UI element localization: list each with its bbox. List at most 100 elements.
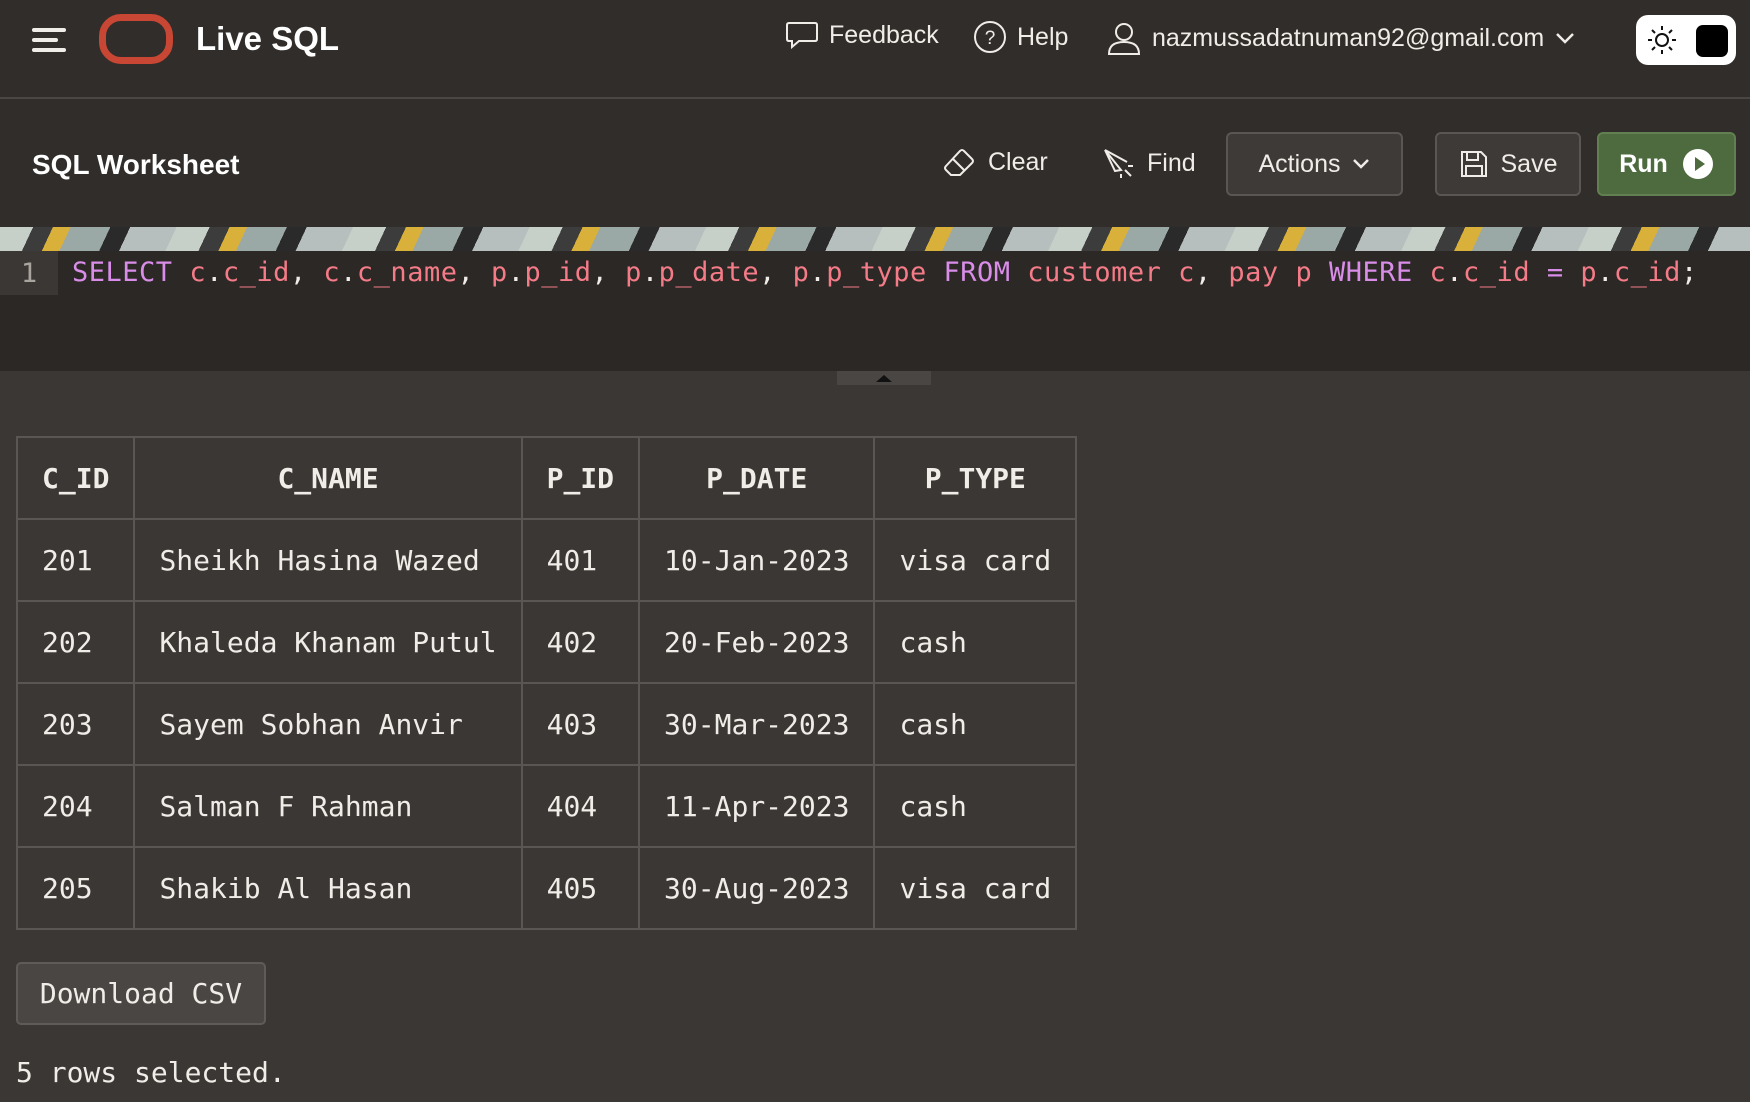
find-icon	[1104, 149, 1133, 178]
help-label: Help	[1017, 22, 1069, 51]
sql-punctuation: ;	[1680, 257, 1698, 288]
table-cell: 401	[520, 518, 641, 602]
help-link[interactable]: ? Help	[973, 20, 1068, 54]
results-table: C_ID C_NAME P_ID P_DATE P_TYPE 201 Sheik…	[15, 436, 1078, 930]
sql-identifier: p_type	[826, 257, 927, 288]
column-header: C_NAME	[133, 436, 523, 520]
sql-identifier: p	[490, 257, 508, 288]
sql-identifier: p	[1580, 257, 1598, 288]
clear-button[interactable]: Clear	[942, 146, 1048, 178]
sql-punctuation	[1530, 257, 1547, 288]
table-cell: 204	[15, 764, 136, 848]
sql-punctuation	[1312, 257, 1329, 288]
find-label: Find	[1147, 148, 1196, 177]
sql-identifier: c_id	[222, 257, 290, 288]
feedback-link[interactable]: Feedback	[785, 20, 939, 50]
splitter-handle[interactable]	[837, 371, 931, 385]
table-cell: 201	[15, 518, 136, 602]
play-icon	[1682, 149, 1713, 179]
line-number: 1	[0, 251, 58, 295]
table-cell: 405	[520, 846, 641, 930]
clear-label: Clear	[988, 147, 1048, 176]
table-cell: Salman F Rahman	[133, 764, 523, 848]
app-title: Live SQL	[196, 20, 340, 57]
save-icon	[1460, 151, 1487, 177]
column-header: P_DATE	[638, 436, 876, 520]
table-row: 203 Sayem Sobhan Anvir 403 30-Mar-2023 c…	[15, 682, 1078, 766]
table-cell: 403	[520, 682, 641, 766]
table-row: 201 Sheikh Hasina Wazed 401 10-Jan-2023 …	[15, 518, 1078, 602]
table-header-row: C_ID C_NAME P_ID P_DATE P_TYPE	[15, 436, 1078, 520]
table-cell: visa card	[873, 846, 1078, 930]
column-header: P_TYPE	[873, 436, 1078, 520]
table-cell: 30-Aug-2023	[638, 846, 876, 930]
chevron-down-icon	[1353, 159, 1370, 169]
sql-keyword: WHERE	[1328, 257, 1413, 288]
table-cell: visa card	[873, 518, 1078, 602]
theme-toggle-knob	[1696, 25, 1728, 57]
sql-identifier: p	[1295, 257, 1313, 288]
sql-identifier: c	[1429, 257, 1447, 288]
run-label: Run	[1619, 149, 1668, 178]
table-cell: Khaleda Khanam Putul	[133, 600, 523, 684]
table-cell: Sayem Sobhan Anvir	[133, 682, 523, 766]
editor-results-splitter	[0, 371, 1750, 385]
download-csv-button[interactable]: Download CSV	[16, 962, 266, 1025]
sql-identifier: p	[625, 257, 642, 288]
eraser-icon	[944, 149, 974, 176]
sql-keyword: SELECT	[72, 257, 173, 288]
sql-identifier: customer	[1027, 257, 1162, 288]
table-cell: cash	[873, 764, 1078, 848]
table-cell: Shakib Al Hasan	[133, 846, 523, 930]
sql-identifier: c_id	[1463, 257, 1531, 288]
sql-editor[interactable]: 1 SELECT c.c_id, c.c_name, p.p_id, p.p_d…	[0, 251, 1750, 371]
menu-icon[interactable]	[30, 24, 70, 56]
sql-punctuation: .	[1597, 257, 1614, 288]
sql-code-line[interactable]: SELECT c.c_id, c.c_name, p.p_id, p.p_dat…	[72, 257, 1698, 288]
feedback-icon	[786, 22, 818, 50]
table-row: 204 Salman F Rahman 404 11-Apr-2023 cash	[15, 764, 1078, 848]
sun-icon	[1648, 26, 1676, 54]
sql-identifier: c	[323, 257, 341, 288]
sql-punctuation	[1279, 257, 1296, 288]
table-cell: cash	[873, 600, 1078, 684]
table-cell: 20-Feb-2023	[638, 600, 876, 684]
svg-text:?: ?	[985, 28, 996, 49]
decorative-banner	[0, 227, 1750, 251]
oracle-logo[interactable]	[99, 14, 173, 64]
table-row: 202 Khaleda Khanam Putul 402 20-Feb-2023…	[15, 600, 1078, 684]
sql-identifier: pay	[1228, 257, 1279, 288]
table-cell: 11-Apr-2023	[638, 764, 876, 848]
actions-dropdown[interactable]: Actions	[1226, 132, 1403, 196]
sql-punctuation	[1413, 257, 1430, 288]
table-cell: 30-Mar-2023	[638, 682, 876, 766]
sql-identifier: c_id	[1613, 257, 1681, 288]
sql-punctuation	[173, 257, 190, 288]
sql-punctuation	[1564, 257, 1581, 288]
save-label: Save	[1500, 149, 1558, 178]
table-cell: Sheikh Hasina Wazed	[133, 518, 523, 602]
sql-identifier: p_date	[658, 257, 760, 288]
sql-punctuation: .	[507, 257, 525, 288]
sql-punctuation: ,	[457, 257, 491, 288]
theme-toggle[interactable]	[1636, 15, 1736, 65]
table-cell: 404	[520, 764, 641, 848]
help-icon: ?	[974, 21, 1006, 53]
user-icon	[1107, 23, 1141, 55]
save-button[interactable]: Save	[1435, 132, 1581, 196]
run-button[interactable]: Run	[1597, 132, 1736, 196]
sql-identifier: p	[792, 257, 810, 288]
rows-selected-message: 5 rows selected.	[16, 1056, 286, 1089]
table-cell: 205	[15, 846, 136, 930]
sql-punctuation: ,	[759, 257, 793, 288]
column-header: C_ID	[15, 436, 136, 520]
table-cell: 10-Jan-2023	[638, 518, 876, 602]
feedback-label: Feedback	[829, 20, 939, 49]
sql-identifier: c	[189, 257, 207, 288]
user-menu[interactable]: nazmussadatnuman92@gmail.com	[1106, 20, 1576, 56]
chevron-down-icon	[1556, 33, 1575, 44]
find-button[interactable]: Find	[1101, 146, 1196, 180]
table-row: 205 Shakib Al Hasan 405 30-Aug-2023 visa…	[15, 846, 1078, 930]
sql-punctuation	[927, 257, 944, 288]
sql-punctuation	[1011, 257, 1028, 288]
